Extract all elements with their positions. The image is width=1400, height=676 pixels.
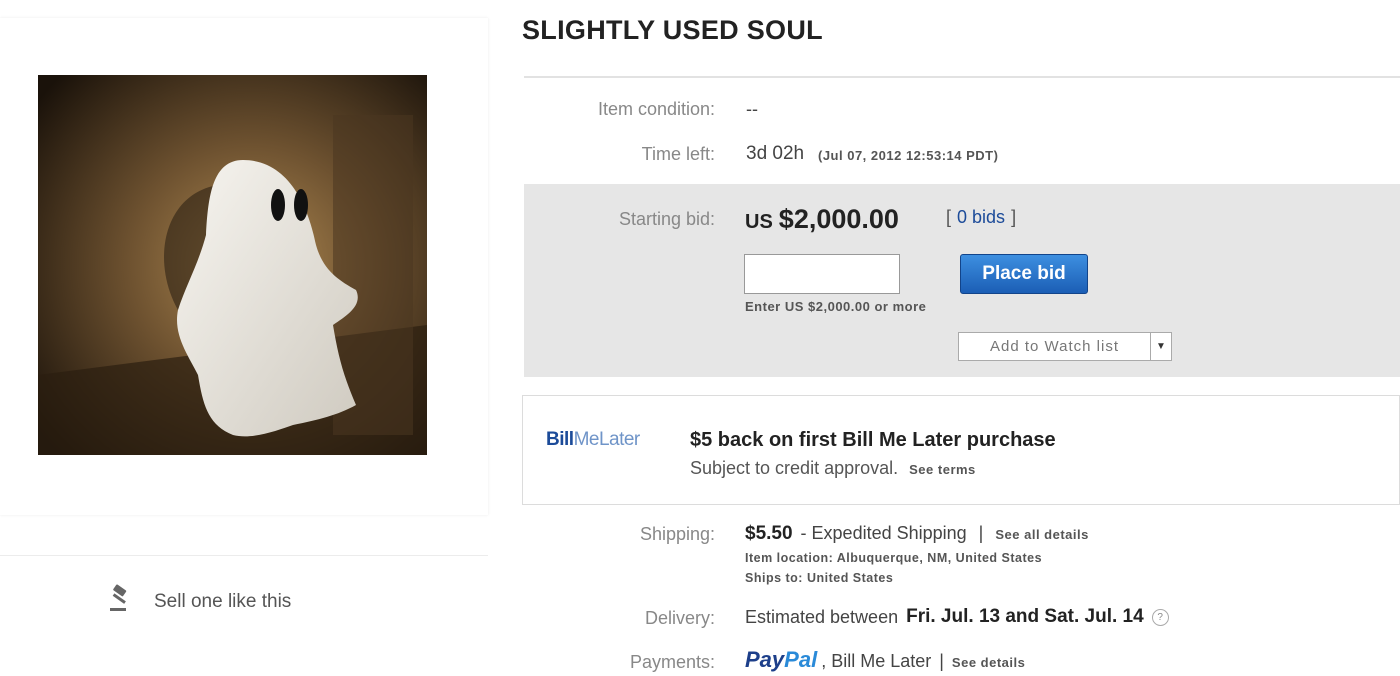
bml-headline: $5 back on first Bill Me Later purchase — [690, 429, 1056, 451]
watch-list-label: Add to Watch list — [990, 338, 1119, 355]
bids-link[interactable]: 0 bids — [957, 207, 1005, 228]
paypal-logo-pay: Pay — [745, 647, 785, 672]
shipping-separator: | — [978, 523, 984, 543]
shipping-price: $5.50 — [745, 523, 793, 544]
delivery-label: Delivery: — [644, 608, 715, 628]
bid-count: [ 0 bids ] — [946, 207, 1016, 228]
divider — [0, 555, 488, 556]
starting-bid-label: Starting bid: — [618, 209, 715, 229]
payments-separator: | — [939, 651, 944, 671]
sell-one-like-this-link[interactable]: Sell one like this — [108, 584, 291, 619]
shipping-method: - Expedited Shipping — [800, 523, 967, 543]
paypal-logo-pal: Pal — [784, 647, 818, 672]
shipping-line: $5.50 - Expedited Shipping | See all det… — [745, 523, 1089, 545]
gavel-icon — [108, 584, 144, 619]
chevron-down-icon[interactable]: ▼ — [1150, 333, 1171, 360]
bid-amount: $2,000.00 — [778, 204, 899, 234]
item-condition-value: -- — [746, 99, 758, 119]
bml-sub-text: Subject to credit approval. — [690, 458, 899, 478]
item-condition-label: Item condition: — [597, 99, 715, 119]
bml-subtext: Subject to credit approval. See terms — [690, 458, 976, 479]
time-left-label: Time left: — [641, 144, 715, 164]
payment-other: , Bill Me Later — [821, 651, 932, 671]
paypal-logo: PayPal — [745, 647, 817, 673]
bid-count-bracket-close: ] — [1011, 207, 1017, 227]
place-bid-button[interactable]: Place bid — [960, 254, 1088, 294]
help-icon[interactable]: ? — [1151, 608, 1169, 626]
title-divider — [524, 76, 1400, 78]
bill-me-later-logo: BillMeLater — [546, 429, 640, 451]
ships-to: Ships to: United States — [745, 571, 894, 585]
item-location: Item location: Albuquerque, NM, United S… — [745, 551, 1043, 565]
time-left-value: 3d 02h — [746, 143, 805, 164]
payments-label: Payments: — [629, 652, 715, 672]
listing-title: SLIGHTLY USED SOUL — [522, 15, 823, 45]
end-time: (Jul 07, 2012 12:53:14 PDT) — [818, 148, 999, 163]
bid-count-bracket-open: [ — [946, 207, 952, 227]
see-details-link[interactable]: See details — [952, 655, 1025, 670]
sell-label: Sell one like this — [154, 590, 292, 612]
shipping-label: Shipping: — [639, 524, 715, 544]
bid-amount-input[interactable] — [744, 254, 900, 294]
delivery-dates: Fri. Jul. 13 and Sat. Jul. 14 — [906, 606, 1144, 627]
bid-price: US $2,000.00 — [745, 204, 899, 235]
payments-line: PayPal , Bill Me Later | See details — [745, 647, 1025, 673]
bid-hint: Enter US $2,000.00 or more — [745, 299, 927, 314]
item-photo[interactable] — [38, 75, 427, 455]
see-all-details-link[interactable]: See all details — [995, 527, 1089, 542]
bml-logo-bold: Bill — [546, 429, 574, 450]
add-to-watch-list-button[interactable]: Add to Watch list ▼ — [958, 332, 1172, 361]
see-terms-link[interactable]: See terms — [909, 462, 976, 477]
delivery-line: Estimated between Fri. Jul. 13 and Sat. … — [745, 606, 1169, 628]
delivery-text: Estimated between — [745, 606, 899, 627]
bml-logo-light: MeLater — [573, 429, 641, 450]
currency-code: US — [745, 211, 773, 233]
